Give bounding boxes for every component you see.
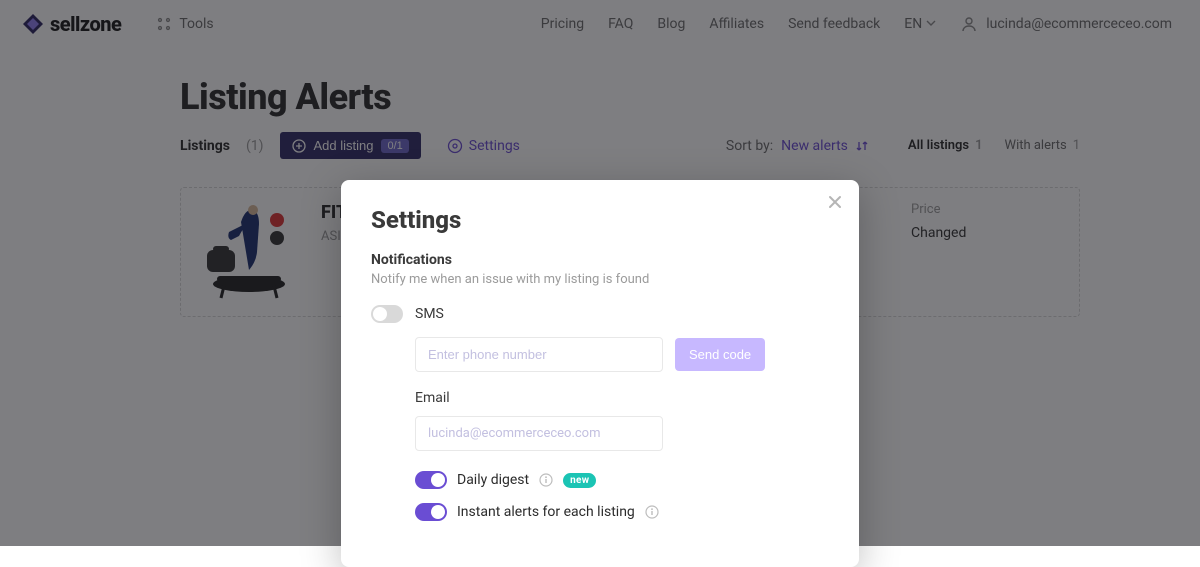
email-label: Email — [415, 390, 829, 406]
info-icon[interactable] — [645, 505, 659, 519]
phone-row: Send code — [415, 337, 829, 372]
instant-alerts-toggle[interactable] — [415, 503, 447, 521]
close-button[interactable] — [827, 194, 843, 210]
daily-digest-label: Daily digest — [457, 472, 529, 488]
new-badge: new — [563, 473, 596, 488]
sms-row: SMS — [371, 305, 829, 323]
info-icon[interactable] — [539, 473, 553, 487]
notifications-heading: Notifications — [371, 252, 829, 268]
daily-digest-toggle[interactable] — [415, 471, 447, 489]
close-icon — [827, 194, 843, 210]
instant-alerts-label: Instant alerts for each listing — [457, 504, 635, 520]
sms-label: SMS — [415, 306, 444, 322]
settings-modal: Settings Notifications Notify me when an… — [341, 180, 859, 567]
send-code-button[interactable]: Send code — [675, 338, 765, 371]
daily-digest-row: Daily digest new — [415, 471, 829, 489]
phone-input[interactable] — [415, 337, 663, 372]
instant-alerts-row: Instant alerts for each listing — [415, 503, 829, 521]
notifications-subtext: Notify me when an issue with my listing … — [371, 272, 829, 287]
email-field[interactable]: lucinda@ecommerceceo.com — [415, 416, 663, 451]
modal-overlay[interactable]: Settings Notifications Notify me when an… — [0, 0, 1200, 546]
modal-title: Settings — [371, 206, 829, 234]
sms-toggle[interactable] — [371, 305, 403, 323]
